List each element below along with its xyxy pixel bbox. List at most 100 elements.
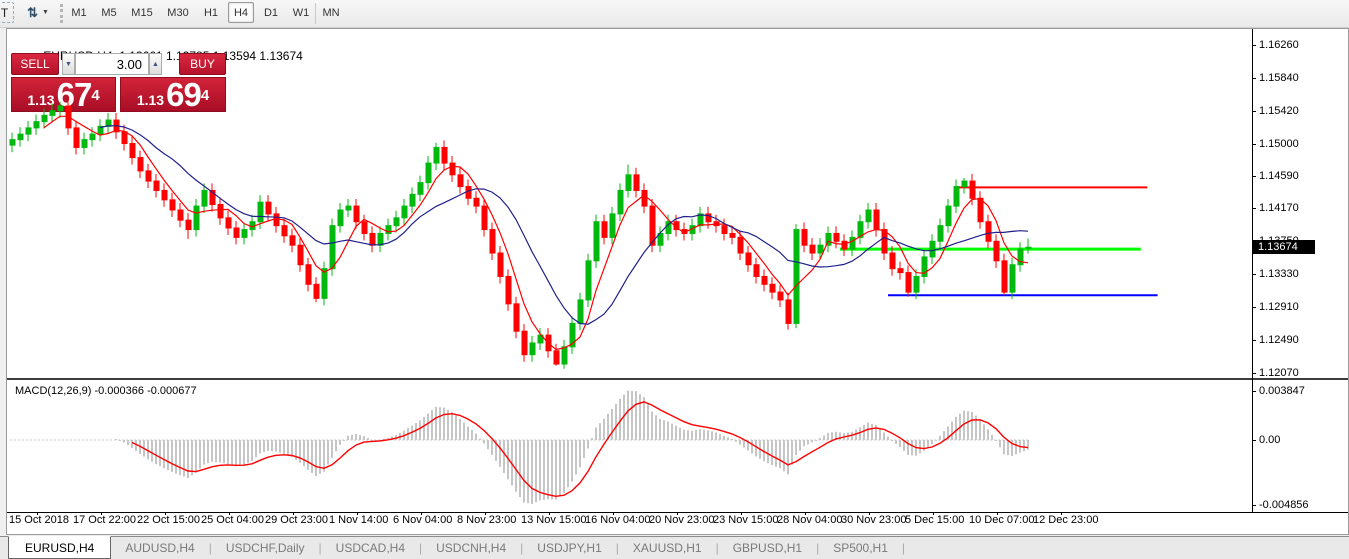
- timeframe-button-m1[interactable]: M1: [66, 2, 92, 23]
- macd-histogram-bar: [515, 440, 517, 492]
- macd-histogram-bar: [891, 440, 893, 441]
- chart-tab-audusd[interactable]: AUDUSD,H4: [111, 537, 208, 559]
- macd-histogram-bar: [967, 411, 969, 440]
- candle-body: [161, 189, 168, 201]
- candle-body: [769, 283, 776, 293]
- chart-tab-usdcnh[interactable]: USDCNH,H4: [422, 537, 520, 559]
- candle-body: [521, 330, 528, 356]
- macd-histogram-bar: [115, 438, 117, 440]
- double-arrow-icon: ⇅: [27, 4, 38, 20]
- candle-body: [353, 205, 360, 223]
- candle-body: [137, 157, 144, 172]
- chart-tab-xauusd[interactable]: XAUUSD,H1: [619, 537, 716, 559]
- macd-histogram-bar: [643, 397, 645, 440]
- time-axis-label: 20 Nov 23:00: [649, 514, 715, 526]
- macd-histogram-bar: [659, 418, 661, 440]
- macd-indicator-label: MACD(12,26,9) -0.000366 -0.000677: [15, 385, 197, 397]
- timeframe-button-d1[interactable]: D1: [258, 2, 284, 23]
- macd-histogram-bar: [655, 415, 657, 440]
- macd-histogram-bar: [531, 440, 533, 504]
- pane-splitter[interactable]: [7, 378, 1348, 380]
- timeframe-button-m15[interactable]: M15: [126, 2, 158, 23]
- time-axis-label: 1 Nov 14:00: [329, 514, 389, 526]
- price-axis-tick: [1252, 306, 1256, 308]
- timeframe-button-mn[interactable]: MN: [318, 2, 344, 23]
- candle-body: [497, 252, 504, 277]
- timeframe-button-h1[interactable]: H1: [198, 2, 224, 23]
- candle-body: [129, 143, 136, 159]
- macd-histogram-bar: [595, 427, 597, 440]
- macd-histogram-bar: [991, 434, 993, 440]
- candle-body: [905, 272, 912, 293]
- time-axis-tick: [869, 512, 870, 515]
- candle-body: [633, 174, 640, 191]
- macd-histogram-bar: [335, 440, 337, 452]
- candle-body: [1009, 264, 1016, 293]
- macd-histogram-bar: [243, 440, 245, 465]
- candle-body: [81, 139, 88, 148]
- chart-tab-usdchf[interactable]: USDCHF,Daily: [212, 537, 319, 559]
- time-axis-tick: [677, 512, 678, 515]
- toolbar-grip[interactable]: [60, 4, 63, 23]
- text-tool-button[interactable]: T: [0, 2, 14, 23]
- chart-tab-usdjpy[interactable]: USDJPY,H1: [523, 537, 615, 559]
- time-axis-label: 25 Oct 04:00: [201, 514, 264, 526]
- chart-tab-usdcad[interactable]: USDCAD,H4: [322, 537, 419, 559]
- time-axis-label: 22 Oct 15:00: [137, 514, 200, 526]
- candle-body: [265, 201, 272, 215]
- timeframe-button-h4[interactable]: H4: [228, 2, 254, 23]
- macd-histogram-bar: [919, 440, 921, 454]
- macd-histogram-bar: [451, 412, 453, 440]
- window-arrange-button[interactable]: ⇅ ▼: [20, 2, 56, 23]
- macd-histogram-bar: [247, 440, 249, 463]
- macd-histogram-bar: [739, 440, 741, 445]
- chart-tab-eurusd[interactable]: EURUSD,H4: [8, 536, 112, 559]
- macd-histogram-bar: [723, 435, 725, 440]
- price-chart[interactable]: [7, 29, 1252, 378]
- price-axis-tick: [1252, 77, 1256, 79]
- timeframe-button-m5[interactable]: M5: [96, 2, 122, 23]
- timeframe-button-m30[interactable]: M30: [162, 2, 194, 23]
- candle-body: [33, 121, 40, 129]
- macd-histogram-bar: [627, 390, 629, 440]
- macd-histogram-bar: [431, 410, 433, 440]
- macd-histogram-bar: [123, 440, 125, 443]
- chart-tab-sp500[interactable]: SP500,H1: [819, 537, 902, 559]
- macd-histogram-bar: [727, 437, 729, 440]
- price-axis-label: 1.16260: [1259, 39, 1299, 51]
- candle-body: [281, 225, 288, 237]
- macd-axis-label: -0.004856: [1259, 499, 1309, 511]
- chart-tab-gbpusd[interactable]: GBPUSD,H1: [719, 537, 816, 559]
- time-axis-tick: [165, 512, 166, 515]
- macd-histogram-bar: [363, 435, 365, 440]
- candle-body: [297, 244, 304, 266]
- macd-histogram-bar: [443, 407, 445, 440]
- price-axis-label: 1.12490: [1259, 333, 1299, 346]
- macd-histogram-bar: [711, 431, 713, 440]
- macd-histogram-bar: [971, 411, 973, 440]
- macd-histogram-bar: [751, 440, 753, 454]
- candle-body: [593, 221, 600, 262]
- macd-histogram-bar: [299, 440, 301, 463]
- macd-histogram-bar: [231, 440, 233, 466]
- candle-body: [201, 189, 208, 207]
- macd-histogram-bar: [979, 419, 981, 440]
- candle-body: [737, 236, 744, 254]
- macd-histogram-bar: [755, 440, 757, 457]
- macd-chart[interactable]: [7, 381, 1252, 512]
- candle-body: [929, 240, 936, 258]
- macd-histogram-bar: [175, 440, 177, 474]
- candle-body: [785, 299, 792, 324]
- time-axis-tick: [357, 512, 358, 515]
- candle-body: [233, 227, 240, 238]
- price-axis-tick: [1252, 372, 1256, 374]
- time-axis-tick: [229, 512, 230, 515]
- macd-histogram-bar: [215, 440, 217, 463]
- timeframe-button-w1[interactable]: W1: [288, 2, 314, 23]
- time-axis-tick: [549, 512, 550, 515]
- macd-histogram-bar: [271, 440, 273, 452]
- candle-body: [17, 133, 24, 141]
- macd-histogram-bar: [491, 440, 493, 455]
- macd-histogram-bar: [687, 430, 689, 440]
- candle-body: [89, 133, 96, 141]
